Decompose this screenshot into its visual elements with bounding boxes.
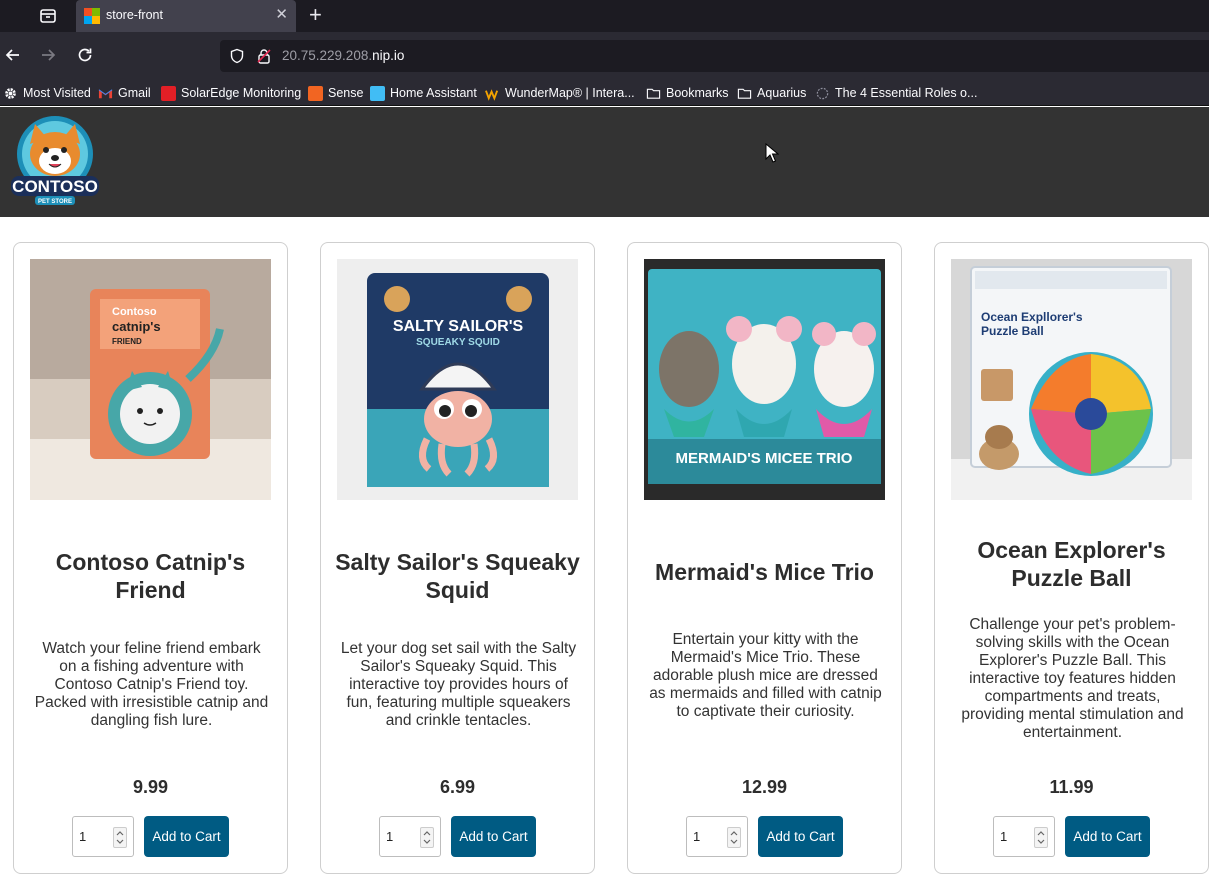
bookmark-label: Gmail	[118, 86, 151, 100]
quantity-value: 1	[79, 829, 87, 844]
product-name: Salty Sailor's Squeaky Squid	[335, 549, 580, 603]
product-price: 9.99	[132, 777, 169, 797]
bookmark-bookmarks-folder[interactable]: Bookmarks	[646, 84, 729, 102]
product-card: MERMAID'S MICEE TRIO Mermaid's Mice Trio…	[627, 242, 902, 874]
bookmarks-toolbar: Most Visited Gmail SolarEdge Monitoring …	[0, 80, 1209, 106]
mouse-cursor-icon	[765, 142, 780, 168]
bookmark-label: WunderMap® | Intera...	[505, 86, 635, 100]
bookmark-sense[interactable]: Sense	[308, 84, 363, 102]
package-text: MERMAID'S MICEE TRIO	[676, 450, 853, 467]
quantity-stepper[interactable]: 1	[686, 816, 748, 857]
add-to-cart-button[interactable]: Add to Cart	[144, 816, 229, 857]
bookmark-solaredge[interactable]: SolarEdge Monitoring	[161, 84, 301, 102]
folder-icon	[646, 86, 661, 101]
product-description: Entertain your kitty with the Mermaid's …	[649, 631, 882, 720]
active-tab[interactable]: store-front ✕	[76, 0, 296, 32]
spin-arrows-icon[interactable]	[1034, 827, 1048, 848]
wunderground-icon	[485, 86, 500, 101]
bookmark-gmail[interactable]: Gmail	[98, 84, 151, 102]
product-name: Mermaid's Mice Trio	[655, 559, 874, 585]
tab-list-icon[interactable]	[38, 6, 58, 26]
bookmark-home-assistant[interactable]: Home Assistant	[370, 84, 477, 102]
product-card: Ocean Expllorer's Puzzle Ball Ocean Expl…	[934, 242, 1209, 874]
contoso-pet-store-logo[interactable]: CONTOSO PET STORE	[5, 114, 105, 210]
tracking-protection-icon[interactable]	[229, 48, 245, 69]
bookmark-most-visited[interactable]: Most Visited	[3, 84, 91, 102]
site-header: CONTOSO PET STORE	[0, 107, 1209, 217]
bookmark-label: Sense	[328, 86, 364, 100]
product-image[interactable]: Contoso catnip's FRIEND	[30, 259, 271, 500]
quantity-stepper[interactable]: 1	[993, 816, 1055, 857]
quantity-value: 1	[693, 829, 701, 844]
reload-icon[interactable]	[75, 45, 95, 65]
bookmark-aquarius-folder[interactable]: Aquarius	[737, 84, 806, 102]
folder-icon	[737, 86, 752, 101]
bookmark-label: SolarEdge Monitoring	[181, 86, 302, 100]
product-price: 6.99	[439, 777, 476, 797]
bookmark-label: Aquarius	[757, 86, 807, 100]
package-text: Contoso	[112, 306, 157, 318]
close-tab-icon[interactable]: ✕	[275, 6, 288, 24]
url-text: 20.75.229.208.nip.io	[282, 48, 404, 63]
quantity-stepper[interactable]: 1	[72, 816, 134, 857]
sense-icon	[308, 85, 323, 101]
bookmark-label: Home Assistant	[390, 86, 477, 100]
bookmark-label: The 4 Essential Roles o...	[835, 86, 978, 100]
product-price: 11.99	[1049, 777, 1094, 797]
back-icon[interactable]	[3, 45, 23, 65]
gmail-icon	[98, 86, 113, 101]
product-name: Ocean Explorer's Puzzle Ball	[977, 537, 1166, 591]
bookmark-wundermap[interactable]: WunderMap® | Intera...	[485, 84, 635, 102]
quantity-value: 1	[386, 829, 394, 844]
package-text: catnip's	[112, 319, 161, 334]
product-description: Let your dog set sail with the Salty Sai…	[340, 640, 577, 729]
solaredge-icon	[161, 85, 176, 101]
product-image[interactable]: SALTY SAILOR'S SQUEAKY SQUID	[337, 259, 578, 500]
gear-icon	[3, 86, 18, 101]
spin-arrows-icon[interactable]	[113, 827, 127, 848]
quantity-stepper[interactable]: 1	[379, 816, 441, 857]
product-image[interactable]: MERMAID'S MICEE TRIO	[644, 259, 885, 500]
add-to-cart-button[interactable]: Add to Cart	[451, 816, 536, 857]
package-text: Puzzle Ball	[981, 324, 1044, 338]
bookmark-label: Most Visited	[23, 86, 91, 100]
product-description: Challenge your pet's problem-solving ski…	[961, 616, 1184, 741]
browser-tab-bar: store-front ✕ +	[0, 0, 1209, 32]
bookmark-label: Bookmarks	[666, 86, 729, 100]
add-to-cart-button[interactable]: Add to Cart	[758, 816, 843, 857]
home-assistant-icon	[370, 85, 385, 101]
spin-arrows-icon[interactable]	[727, 827, 741, 848]
microsoft-icon	[84, 8, 100, 24]
url-bar[interactable]: 20.75.229.208.nip.io	[220, 40, 1209, 72]
package-text: SALTY SAILOR'S	[393, 318, 524, 335]
package-text: FRIEND	[112, 337, 142, 346]
quantity-value: 1	[1000, 829, 1008, 844]
logo-text: CONTOSO	[12, 177, 98, 196]
url-prefix: 20.75.229.208.	[282, 48, 373, 63]
product-price: 12.99	[741, 777, 788, 797]
insecure-lock-icon[interactable]	[256, 48, 272, 69]
tab-title: store-front	[106, 8, 163, 22]
logo-subtext: PET STORE	[38, 199, 72, 205]
product-card: SALTY SAILOR'S SQUEAKY SQUID Salty Sailo…	[320, 242, 595, 874]
product-card: Contoso catnip's FRIEND Contoso Catnip's…	[13, 242, 288, 874]
url-host: nip.io	[372, 48, 405, 63]
product-image[interactable]: Ocean Expllorer's Puzzle Ball	[951, 259, 1192, 500]
new-tab-icon[interactable]: +	[309, 3, 322, 27]
product-name: Contoso Catnip's Friend	[55, 549, 246, 603]
globe-icon	[815, 86, 830, 101]
product-description: Watch your feline friend embark on a fis…	[34, 640, 269, 729]
forward-icon[interactable]	[38, 45, 58, 65]
package-text: SQUEAKY SQUID	[416, 337, 500, 348]
spin-arrows-icon[interactable]	[420, 827, 434, 848]
add-to-cart-button[interactable]: Add to Cart	[1065, 816, 1150, 857]
package-text: Ocean Expllorer's	[981, 310, 1083, 324]
bookmark-essential-roles[interactable]: The 4 Essential Roles o...	[815, 84, 977, 102]
navigation-toolbar: 20.75.229.208.nip.io	[0, 32, 1209, 80]
